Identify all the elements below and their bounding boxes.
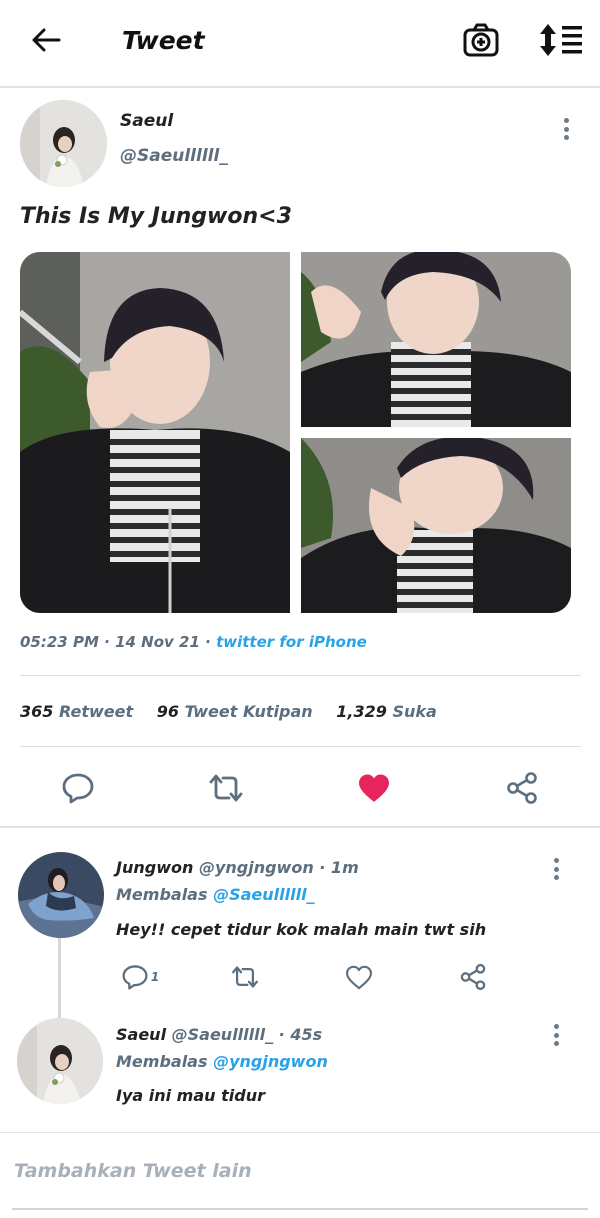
- author-handle[interactable]: @Saeullllll_: [120, 146, 228, 166]
- top-bar: Tweet: [0, 0, 600, 88]
- reply-author-name[interactable]: Jungwon: [116, 858, 193, 877]
- reply-header: Jungwon @yngjngwon · 1m: [116, 858, 359, 877]
- divider: [20, 746, 581, 747]
- avatar[interactable]: [20, 100, 107, 187]
- replying-to-prefix: Membalas: [116, 1052, 208, 1071]
- thread-line: [58, 938, 61, 1018]
- reply-share-button[interactable]: [456, 962, 490, 992]
- dot: [563, 118, 569, 123]
- reply-text: Iya ini mau tidur: [116, 1086, 265, 1105]
- meta-separator: ·: [205, 633, 211, 651]
- like-button[interactable]: [354, 768, 394, 808]
- reply-more-button[interactable]: [546, 854, 566, 884]
- arrow-left-icon: [32, 28, 61, 52]
- reply-author-handle[interactable]: @Saeullllll_: [172, 1025, 273, 1044]
- share-icon: [507, 772, 537, 804]
- retweet-count[interactable]: 365: [20, 702, 53, 721]
- tweet-date: 14 Nov 21: [115, 633, 200, 651]
- add-tweet-input[interactable]: Tambahkan Tweet lain: [14, 1160, 252, 1182]
- dot: [563, 126, 569, 132]
- sort-button[interactable]: [538, 22, 584, 58]
- quote-count[interactable]: 96: [157, 702, 179, 721]
- like-label[interactable]: Suka: [392, 702, 436, 721]
- tweet-source-link[interactable]: twitter for iPhone: [216, 633, 367, 651]
- reply-text: Hey!! cepet tidur kok malah main twt sih: [116, 920, 487, 939]
- retweet-label[interactable]: Retweet: [59, 702, 133, 721]
- compose-underline: [12, 1208, 588, 1210]
- camera-plus-icon: [463, 23, 499, 57]
- camera-button[interactable]: [462, 22, 500, 58]
- replying-to: Membalas @yngjngwon: [116, 1052, 328, 1071]
- replying-to-mention[interactable]: @Saeullllll_: [213, 885, 314, 904]
- reply-button[interactable]: [58, 768, 98, 808]
- replying-to-mention[interactable]: @yngjngwon: [213, 1052, 328, 1071]
- dot: [553, 875, 559, 880]
- quote-label[interactable]: Tweet Kutipan: [185, 702, 313, 721]
- avatar-image: [18, 852, 104, 938]
- comment-icon: [122, 965, 148, 990]
- like-count[interactable]: 1,329: [336, 702, 387, 721]
- reply-header: Saeul @Saeullllll_ · 45s: [116, 1025, 322, 1044]
- avatar[interactable]: [18, 852, 104, 938]
- tweet-stats: 365 Retweet 96 Tweet Kutipan 1,329 Suka: [20, 702, 455, 721]
- retweet-icon: [232, 966, 258, 988]
- replying-to: Membalas @Saeullllll_: [116, 885, 315, 904]
- reply-retweet-button[interactable]: [228, 962, 262, 992]
- photo-image: [301, 438, 571, 613]
- page-title: Tweet: [122, 26, 205, 55]
- reply-reply-button[interactable]: 1: [118, 962, 162, 992]
- retweet-button[interactable]: [206, 768, 246, 808]
- reply-more-button[interactable]: [546, 1020, 566, 1050]
- avatar-image: [17, 1018, 103, 1104]
- reply-author-handle[interactable]: @yngjngwon: [199, 858, 314, 877]
- reply-time: · 1m: [319, 858, 359, 877]
- tweet-photo-1[interactable]: [20, 252, 290, 613]
- tweet-photo-2[interactable]: [301, 252, 571, 427]
- heart-outline-icon: [345, 965, 373, 989]
- avatar[interactable]: [17, 1018, 103, 1104]
- reply-count: 1: [150, 970, 160, 984]
- meta-separator: ·: [104, 633, 110, 651]
- dot: [563, 135, 569, 140]
- author-name: Saeul: [120, 111, 174, 131]
- tweet-photo-3[interactable]: [301, 438, 571, 613]
- photo-image: [20, 252, 290, 613]
- reply-time: · 45s: [278, 1025, 323, 1044]
- comment-icon: [62, 773, 94, 804]
- photo-image: [301, 252, 571, 427]
- retweet-icon: [209, 774, 243, 802]
- tweet-meta: 05:23 PM · 14 Nov 21 · twitter for iPhon…: [20, 633, 367, 651]
- dot: [553, 1041, 559, 1046]
- tweet-time: 05:23 PM: [20, 633, 99, 651]
- back-button[interactable]: [26, 22, 66, 58]
- tweet-more-button[interactable]: [556, 114, 576, 144]
- dot: [553, 866, 559, 872]
- replying-to-prefix: Membalas: [116, 885, 208, 904]
- reply-like-button[interactable]: [342, 962, 376, 992]
- dot: [553, 1024, 559, 1029]
- dot: [553, 1032, 559, 1038]
- tweet-text: This Is My Jungwon<3: [20, 204, 292, 229]
- section-divider: [0, 826, 600, 828]
- avatar-image: [20, 100, 107, 187]
- divider: [0, 1132, 600, 1133]
- divider: [20, 675, 581, 676]
- sort-icon: [540, 24, 582, 56]
- reply-author-name[interactable]: Saeul: [116, 1025, 166, 1044]
- dot: [553, 858, 559, 863]
- tweet-photo-grid: [20, 252, 571, 613]
- heart-filled-icon: [359, 774, 389, 802]
- share-button[interactable]: [502, 768, 542, 808]
- share-icon: [460, 963, 486, 991]
